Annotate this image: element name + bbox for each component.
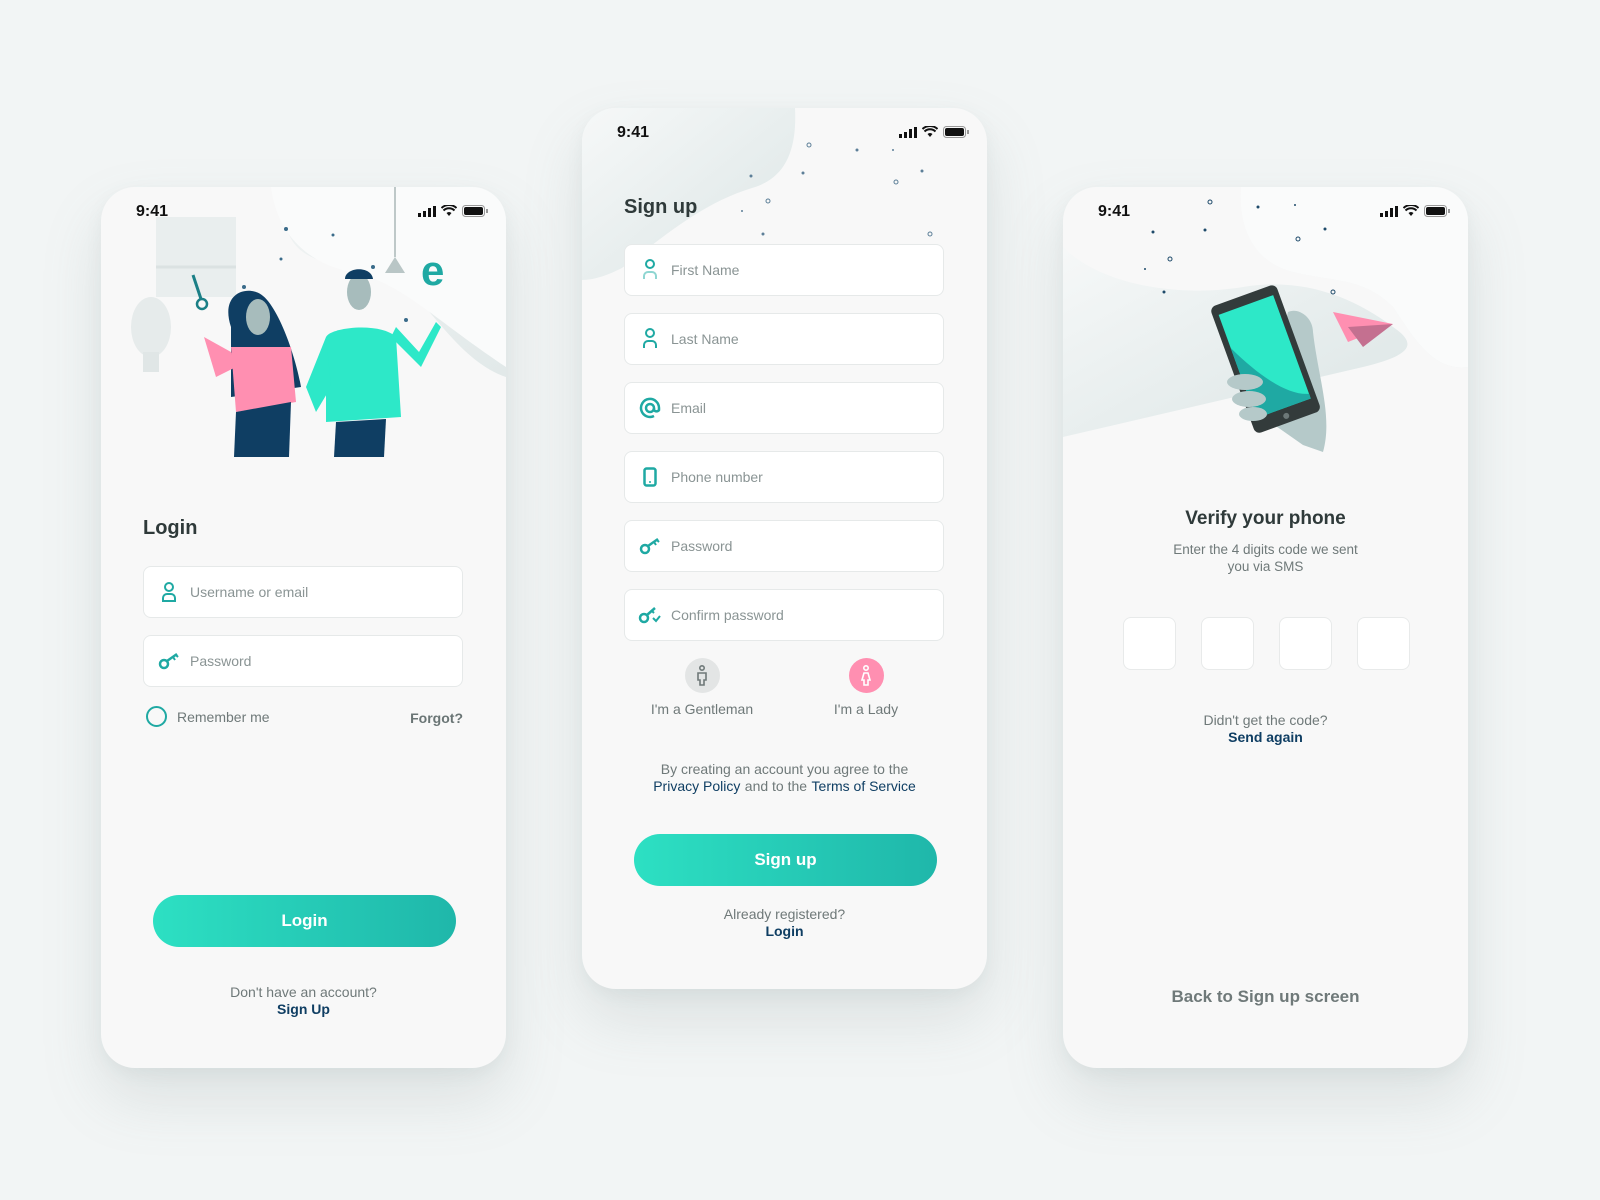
battery-icon bbox=[462, 205, 488, 217]
confirm-password-input[interactable] bbox=[671, 607, 921, 623]
signup-title: Sign up bbox=[624, 196, 698, 218]
battery-icon bbox=[1424, 205, 1450, 217]
login-prompt: Already registered? Login bbox=[582, 906, 987, 940]
code-digit-2[interactable] bbox=[1201, 617, 1254, 670]
signup-screen: 9:41 Sign up First Name Last Name Email … bbox=[582, 108, 987, 989]
phone-field[interactable] bbox=[624, 451, 944, 503]
signal-icon bbox=[418, 205, 436, 217]
last-name-input[interactable] bbox=[671, 331, 921, 347]
code-digit-3[interactable] bbox=[1279, 617, 1332, 670]
signup-link[interactable]: Sign Up bbox=[101, 1001, 506, 1018]
code-digit-4[interactable] bbox=[1357, 617, 1410, 670]
last-name-field[interactable] bbox=[624, 313, 944, 365]
user-icon bbox=[625, 259, 671, 281]
at-icon bbox=[625, 397, 671, 419]
email-input[interactable] bbox=[671, 400, 921, 416]
status-bar: 9:41 bbox=[582, 108, 987, 158]
wifi-icon bbox=[441, 205, 457, 216]
key-icon bbox=[625, 537, 671, 555]
code-digit-1[interactable] bbox=[1123, 617, 1176, 670]
terms-prefix: By creating an account you agree to the bbox=[660, 761, 909, 777]
gender-option-gentleman[interactable]: I'm a Gentleman bbox=[622, 658, 782, 717]
user-icon bbox=[625, 328, 671, 350]
phone-input[interactable] bbox=[671, 469, 921, 485]
verify-screen: 9:41 Verify your phone Enter the 4 digit… bbox=[1063, 187, 1468, 1068]
confirm-password-field[interactable] bbox=[624, 589, 944, 641]
verify-subtitle-line2: you via SMS bbox=[1227, 559, 1304, 574]
wifi-icon bbox=[1403, 205, 1419, 216]
gender-option-lady[interactable]: I'm a Lady bbox=[786, 658, 946, 717]
first-name-field[interactable] bbox=[624, 244, 944, 296]
status-time: 9:41 bbox=[1098, 203, 1131, 220]
key-check-icon bbox=[625, 606, 671, 624]
send-again-link[interactable]: Send again bbox=[1063, 729, 1468, 746]
login-title: Login bbox=[143, 517, 198, 539]
status-time: 9:41 bbox=[617, 124, 650, 141]
terms-text: By creating an account you agree to the … bbox=[582, 761, 987, 795]
status-time: 9:41 bbox=[136, 203, 169, 220]
signup-prompt: Don't have an account? Sign Up bbox=[101, 984, 506, 1018]
gentleman-label: I'm a Gentleman bbox=[650, 701, 754, 717]
signup-password-field[interactable] bbox=[624, 520, 944, 572]
login-link[interactable]: Login bbox=[582, 923, 987, 940]
terms-of-service-link[interactable]: Terms of Service bbox=[812, 778, 916, 794]
no-code-text: Didn't get the code? bbox=[1203, 712, 1328, 728]
remember-label: Remember me bbox=[177, 708, 270, 725]
back-to-signup-link[interactable]: Back to Sign up screen bbox=[1063, 988, 1468, 1005]
signup-password-input[interactable] bbox=[671, 538, 921, 554]
email-field[interactable] bbox=[624, 382, 944, 434]
svg-text:e: e bbox=[421, 247, 444, 294]
phone-icon bbox=[625, 467, 671, 487]
privacy-policy-link[interactable]: Privacy Policy bbox=[653, 778, 740, 794]
verify-title: Verify your phone bbox=[1185, 508, 1346, 529]
signup-button[interactable]: Sign up bbox=[634, 834, 937, 886]
no-account-text: Don't have an account? bbox=[230, 984, 377, 1000]
username-input[interactable] bbox=[190, 584, 440, 600]
remember-radio[interactable] bbox=[146, 706, 167, 727]
male-icon bbox=[684, 658, 720, 693]
remember-me-toggle[interactable]: Remember me bbox=[146, 706, 270, 727]
terms-middle: and to the bbox=[744, 778, 808, 794]
first-name-input[interactable] bbox=[671, 262, 921, 278]
username-field[interactable] bbox=[143, 566, 463, 618]
key-icon bbox=[144, 652, 190, 670]
status-bar: 9:41 bbox=[1063, 187, 1468, 237]
already-registered-text: Already registered? bbox=[723, 906, 846, 922]
verify-subtitle-line1: Enter the 4 digits code we sent bbox=[1173, 542, 1358, 557]
signal-icon bbox=[1380, 205, 1398, 217]
status-bar: 9:41 bbox=[101, 187, 506, 237]
verify-subtitle: Enter the 4 digits code we sent you via … bbox=[1063, 541, 1468, 575]
resend-prompt: Didn't get the code? Send again bbox=[1063, 712, 1468, 746]
wifi-icon bbox=[922, 126, 938, 137]
password-field[interactable] bbox=[143, 635, 463, 687]
password-input[interactable] bbox=[190, 653, 440, 669]
user-icon bbox=[144, 582, 190, 602]
battery-icon bbox=[943, 126, 969, 138]
lady-label: I'm a Lady bbox=[833, 701, 899, 717]
female-icon bbox=[848, 658, 884, 693]
login-screen: e 9:41 Login Username or email Remember … bbox=[101, 187, 506, 1068]
login-button[interactable]: Login bbox=[153, 895, 456, 947]
signal-icon bbox=[899, 126, 917, 138]
forgot-link[interactable]: Forgot? bbox=[410, 710, 463, 726]
